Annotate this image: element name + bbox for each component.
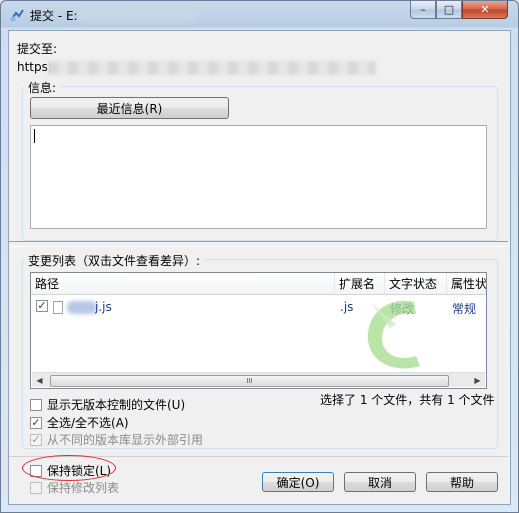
minimize-button[interactable]: –: [410, 1, 436, 19]
row-property-status: 常规: [452, 302, 477, 316]
text-caret: [34, 129, 35, 143]
cancel-button[interactable]: 取消: [344, 472, 416, 492]
show-externals-option: ✓ 从不同的版本库显示外部引用: [30, 431, 203, 448]
annotation-ellipse: [22, 455, 116, 481]
filename-redaction: [67, 301, 97, 314]
watermark-logo-icon: [336, 294, 451, 378]
help-button[interactable]: 帮助: [426, 472, 498, 492]
select-all-option[interactable]: ✓ 全选/全不选(A): [30, 414, 129, 431]
show-unversioned-option[interactable]: 显示无版本控制的文件(U): [30, 396, 185, 413]
pane-splitter[interactable]: [9, 241, 508, 247]
show-externals-label: 从不同的版本库显示外部引用: [47, 433, 204, 447]
changes-group-label: 变更列表（双击文件查看差异）:: [26, 252, 203, 269]
ok-button[interactable]: 确定(O): [262, 472, 334, 492]
keep-changelists-checkbox: [30, 481, 42, 494]
window-title: 提交 - E:: [30, 9, 78, 23]
keep-changelists-option: 保持修改列表: [30, 479, 119, 496]
changes-group-border: [205, 259, 496, 260]
show-unversioned-label: 显示无版本控制的文件(U): [47, 398, 186, 412]
column-header-path[interactable]: 路径: [31, 273, 335, 295]
scroll-left-icon[interactable]: ◀: [32, 373, 47, 387]
keep-changelists-label: 保持修改列表: [47, 481, 120, 495]
column-header-text-status[interactable]: 文字状态: [385, 273, 447, 295]
message-group-border: [60, 86, 496, 87]
column-header-property-status[interactable]: 属性状: [447, 273, 486, 295]
message-textarea[interactable]: [30, 125, 487, 229]
url-redaction: [48, 61, 376, 75]
submit-url: https:: [17, 60, 52, 74]
submit-to-label: 提交至:: [17, 42, 58, 56]
select-all-checkbox[interactable]: ✓: [30, 416, 42, 429]
show-unversioned-checkbox[interactable]: [30, 398, 42, 411]
message-group-label: 信息:: [26, 79, 59, 96]
recent-messages-button[interactable]: 最近信息(R): [30, 97, 229, 119]
close-button[interactable]: ✕: [462, 1, 508, 19]
scroll-right-icon[interactable]: ▶: [470, 373, 485, 387]
column-header-extension[interactable]: 扩展名: [335, 273, 385, 295]
show-externals-checkbox: ✓: [30, 432, 42, 446]
title-redaction: [78, 6, 198, 22]
maximize-button[interactable]: □: [436, 1, 462, 19]
file-icon: [53, 301, 63, 314]
selection-summary: 选择了 1 个文件，共有 1 个文件: [320, 393, 495, 407]
row-path: j.js: [95, 300, 112, 314]
tortoise-commit-icon: [9, 7, 25, 23]
row-checkbox[interactable]: ✓: [36, 300, 48, 312]
select-all-label: 全选/全不选(A): [47, 416, 129, 430]
